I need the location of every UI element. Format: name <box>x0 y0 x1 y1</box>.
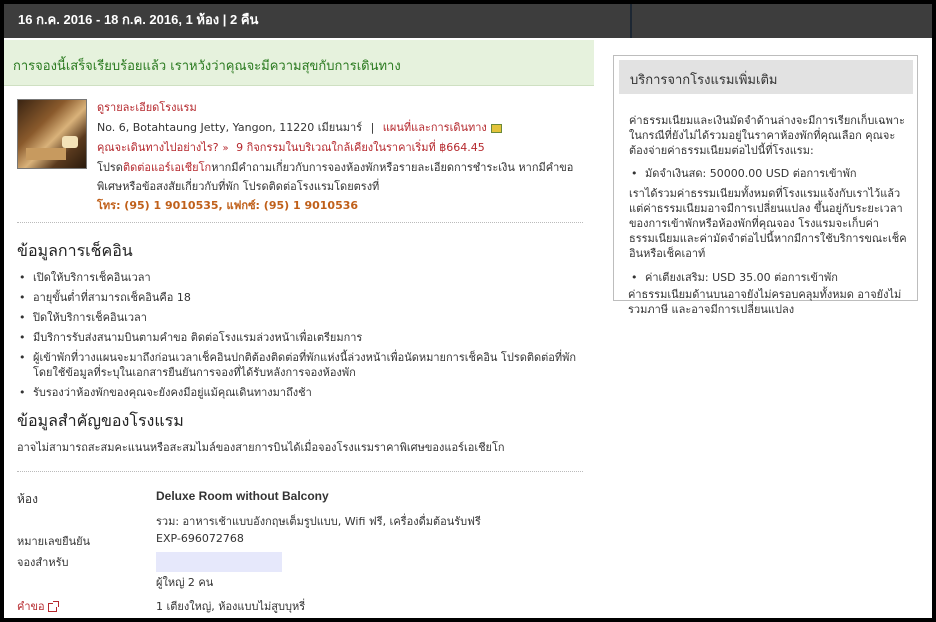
additional-services-title: บริการจากโรงแรมเพิ่มเติม <box>630 73 778 88</box>
additional-services-panel: บริการจากโรงแรมเพิ่มเติม ค่าธรรมเนียมและ… <box>613 55 918 301</box>
additional-services-header: บริการจากโรงแรมเพิ่มเติม <box>619 60 913 94</box>
booking-confirmation-page: 16 ก.ค. 2016 - 18 ก.ค. 2016, 1 ห้อง | 2 … <box>4 4 932 618</box>
cash-deposit-item: มัดจำเงินสด: 50000.00 USD ต่อการเข้าพัก <box>629 166 914 181</box>
hotel-photo-bed <box>26 148 66 160</box>
request-label-link[interactable]: คำขอ <box>17 597 59 615</box>
room-label: ห้อง <box>17 492 38 506</box>
request-label[interactable]: คำขอ <box>17 600 45 613</box>
map-link[interactable]: แผนที่และการเดินทาง <box>383 121 487 134</box>
hotel-photo-lamp <box>62 136 78 148</box>
important-info-text: อาจไม่สามารถสะสมคะแนนหรือสะสมไมล์ของสายก… <box>17 441 505 454</box>
room-name: Deluxe Room without Balcony <box>156 489 329 503</box>
success-message: การจองนี้เสร็จเรียบร้อยแล้ว เราหวังว่าคุ… <box>13 59 401 74</box>
external-link-icon[interactable] <box>47 600 59 612</box>
contact-note-start: โปรด <box>97 161 123 174</box>
map-icon[interactable] <box>490 123 502 133</box>
checkin-item: อายุขั้นต่ำที่สามารถเช็คอินคือ 18 <box>17 290 587 305</box>
fees-footer: ค่าธรรมเนียมด้านบนอาจยังไม่ครอบคลุมทั้งห… <box>628 288 902 316</box>
guest-name-redacted <box>156 552 282 572</box>
hotel-details-link[interactable]: ดูรายละเอียดโรงแรม <box>97 101 197 114</box>
fees-note: เราได้รวมค่าธรรมเนียมทั้งหมดที่โรงแรมแจ้… <box>629 187 907 260</box>
room-request: 1 เตียงใหญ่, ห้องแบบไม่สูบบุหรี่ <box>156 600 306 613</box>
hotel-photo[interactable] <box>17 99 87 169</box>
success-banner: การจองนี้เสร็จเรียบร้อยแล้ว เราหวังว่าคุ… <box>4 40 594 86</box>
getting-there-link[interactable]: คุณจะเดินทางไปอย่างไร? <box>97 141 219 154</box>
contact-airasiago-link[interactable]: ติดต่อแอร์เอเชียโก <box>123 161 211 174</box>
checkin-item: ปิดให้บริการเช็คอินเวลา <box>17 310 587 325</box>
checkin-list: เปิดให้บริการเช็คอินเวลา อายุขั้นต่ำที่ส… <box>17 270 587 405</box>
booking-summary-bar: 16 ก.ค. 2016 - 18 ก.ค. 2016, 1 ห้อง | 2 … <box>4 4 932 38</box>
header-divider <box>630 4 632 38</box>
double-chevron-down-icon[interactable]: » <box>223 143 229 154</box>
extra-bed-item: ค่าเตียงเสริม: USD 35.00 ต่อการเข้าพัก <box>629 270 914 285</box>
hotel-address: No. 6, Botahtaung Jetty, Yangon, 11220 เ… <box>97 121 363 134</box>
checkin-item: ผู้เข้าพักที่วางแผนจะมาถึงก่อนเวลาเช็คอิ… <box>17 350 587 380</box>
hotel-phone-fax: โทร: (95) 1 9010535, แฟกซ์: (95) 1 90105… <box>97 199 359 212</box>
important-info-title: ข้อมูลสำคัญของโรงแรม <box>17 411 184 430</box>
checkin-item: มีบริการรับส่งสนามบินตามคำขอ ติดต่อโรงแร… <box>17 330 587 345</box>
checkin-item: เปิดให้บริการเช็คอินเวลา <box>17 270 587 285</box>
section-divider <box>17 471 583 472</box>
main-content: การจองนี้เสร็จเรียบร้อยแล้ว เราหวังว่าคุ… <box>4 38 598 618</box>
confirmation-label: หมายเลขยืนยัน <box>17 535 91 548</box>
section-divider <box>17 222 583 223</box>
booking-dates: 16 ก.ค. 2016 - 18 ก.ค. 2016, 1 ห้อง | 2 … <box>18 12 259 27</box>
address-divider: | <box>370 121 375 134</box>
checkin-title: ข้อมูลการเช็คอิน <box>17 241 133 260</box>
confirmation-number: EXP-696072768 <box>156 532 244 545</box>
fees-intro: ค่าธรรมเนียมและเงินมัดจำด้านล่างจะมีการเ… <box>629 114 905 157</box>
contact-note-end: พิเศษหรือข้อสงสัยเกี่ยวกับที่พัก โปรดติด… <box>97 180 380 193</box>
checkin-item: รับรองว่าห้องพักของคุณจะยังคงมีอยู่แม้คุ… <box>17 385 587 400</box>
contact-note-middle: หากมีคำถามเกี่ยวกับการจองห้องพักหรือรายล… <box>211 161 574 174</box>
activities-link[interactable]: 9 กิจกรรมในบริเวณใกล้เคียงในราคาเริ่มที่… <box>236 141 485 154</box>
guest-count: ผู้ใหญ่ 2 คน <box>156 576 214 589</box>
booked-for-label: จองสำหรับ <box>17 556 69 569</box>
room-includes: รวม: อาหารเช้าแบบอังกฤษเต็มรูปแบบ, Wifi … <box>156 515 481 528</box>
